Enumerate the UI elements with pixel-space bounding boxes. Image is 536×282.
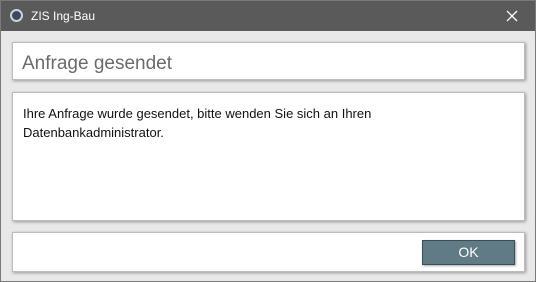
close-icon bbox=[506, 10, 518, 22]
dialog-window: ZIS Ing-Bau Anfrage gesendet Ihre Anfrag… bbox=[0, 0, 536, 282]
header-panel: Anfrage gesendet bbox=[12, 42, 525, 80]
window-title: ZIS Ing-Bau bbox=[31, 9, 96, 23]
app-icon bbox=[10, 9, 23, 22]
footer-panel: OK bbox=[12, 232, 525, 272]
ok-button[interactable]: OK bbox=[422, 240, 515, 265]
message-text: Ihre Anfrage wurde gesendet, bitte wende… bbox=[23, 106, 372, 140]
message-panel: Ihre Anfrage wurde gesendet, bitte wende… bbox=[12, 92, 525, 221]
title-bar[interactable]: ZIS Ing-Bau bbox=[1, 1, 535, 31]
close-button[interactable] bbox=[489, 1, 535, 31]
dialog-heading: Anfrage gesendet bbox=[22, 53, 173, 74]
